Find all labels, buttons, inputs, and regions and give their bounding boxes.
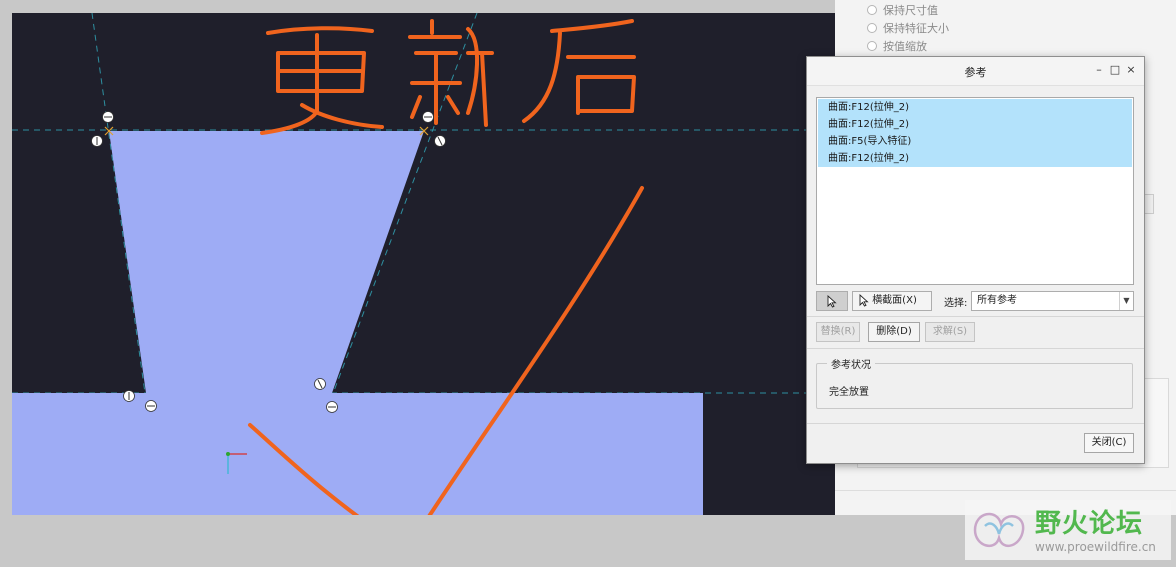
select-value: 所有参考 (977, 295, 1017, 306)
dropdown-arrow-icon[interactable]: ▼ (1119, 292, 1133, 310)
radio-option-scale-by-value[interactable]: 按值缩放 (867, 40, 927, 54)
trapezoid-surface[interactable] (109, 131, 424, 393)
sketch-canvas[interactable] (12, 13, 835, 515)
divider (835, 490, 1176, 491)
constraint-marker[interactable] (102, 111, 114, 123)
watermark-title: 野火论坛 (1035, 509, 1144, 539)
solve-button[interactable]: 求解(S) (925, 322, 975, 342)
radio-label: 按值缩放 (883, 40, 927, 53)
divider (807, 316, 1144, 317)
references-list[interactable]: 曲面:F12(拉伸_2) 曲面:F12(拉伸_2) 曲面:F5(导入特征) 曲面… (816, 97, 1134, 285)
list-item[interactable]: 曲面:F12(拉伸_2) (818, 150, 1132, 167)
list-item[interactable]: 曲面:F12(拉伸_2) (818, 99, 1132, 116)
radio-icon (867, 23, 877, 33)
list-item[interactable]: 曲面:F5(导入特征) (818, 133, 1132, 150)
radio-icon (867, 41, 877, 51)
replace-button[interactable]: 替换(R) (816, 322, 860, 342)
cross-section-label: 横截面(X) (872, 295, 917, 306)
pointer-select-button[interactable] (816, 291, 848, 311)
cursor-arrow-icon (859, 293, 869, 307)
reference-status-group: 参考状况 完全放置 (816, 356, 1133, 409)
dialog-titlebar[interactable]: 参考 – □ × (807, 57, 1144, 86)
watermark-url: www.proewildfire.cn (1035, 540, 1156, 554)
cursor-arrow-icon (827, 294, 837, 308)
base-surface[interactable] (12, 393, 703, 515)
cad-viewport[interactable] (12, 13, 835, 515)
cross-section-button[interactable]: 横截面(X) (852, 291, 932, 311)
list-item[interactable]: 曲面:F12(拉伸_2) (818, 116, 1132, 133)
constraint-marker[interactable] (123, 390, 135, 402)
delete-button[interactable]: 删除(D) (868, 322, 920, 342)
radio-option-keep-feature-size[interactable]: 保持特征大小 (867, 22, 949, 36)
radio-label: 保持特征大小 (883, 22, 949, 35)
close-button[interactable]: 关闭(C) (1084, 433, 1134, 453)
constraint-marker[interactable] (145, 400, 157, 412)
radio-option-keep-dimension[interactable]: 保持尺寸值 (867, 4, 938, 18)
divider (807, 348, 1144, 349)
constraint-marker[interactable] (422, 111, 434, 123)
forum-logo-icon (973, 512, 1025, 548)
constraint-marker[interactable] (326, 401, 338, 413)
select-label: 选择: (944, 298, 968, 309)
constraint-marker[interactable] (91, 135, 103, 147)
constraint-marker[interactable] (314, 378, 326, 390)
close-icon[interactable]: × (1125, 63, 1137, 77)
constraint-marker[interactable] (434, 135, 446, 147)
status-legend: 参考状况 (827, 356, 875, 371)
reference-filter-select[interactable]: 所有参考 ▼ (971, 291, 1134, 311)
references-dialog: 参考 – □ × 曲面:F12(拉伸_2) 曲面:F12(拉伸_2) 曲面:F5… (806, 56, 1145, 464)
radio-label: 保持尺寸值 (883, 4, 938, 17)
minimize-button[interactable]: – (1093, 63, 1105, 77)
divider (807, 423, 1144, 424)
radio-icon (867, 5, 877, 15)
maximize-button[interactable]: □ (1109, 63, 1121, 77)
forum-watermark: 野火论坛 www.proewildfire.cn (965, 500, 1171, 560)
status-value: 完全放置 (829, 387, 869, 398)
